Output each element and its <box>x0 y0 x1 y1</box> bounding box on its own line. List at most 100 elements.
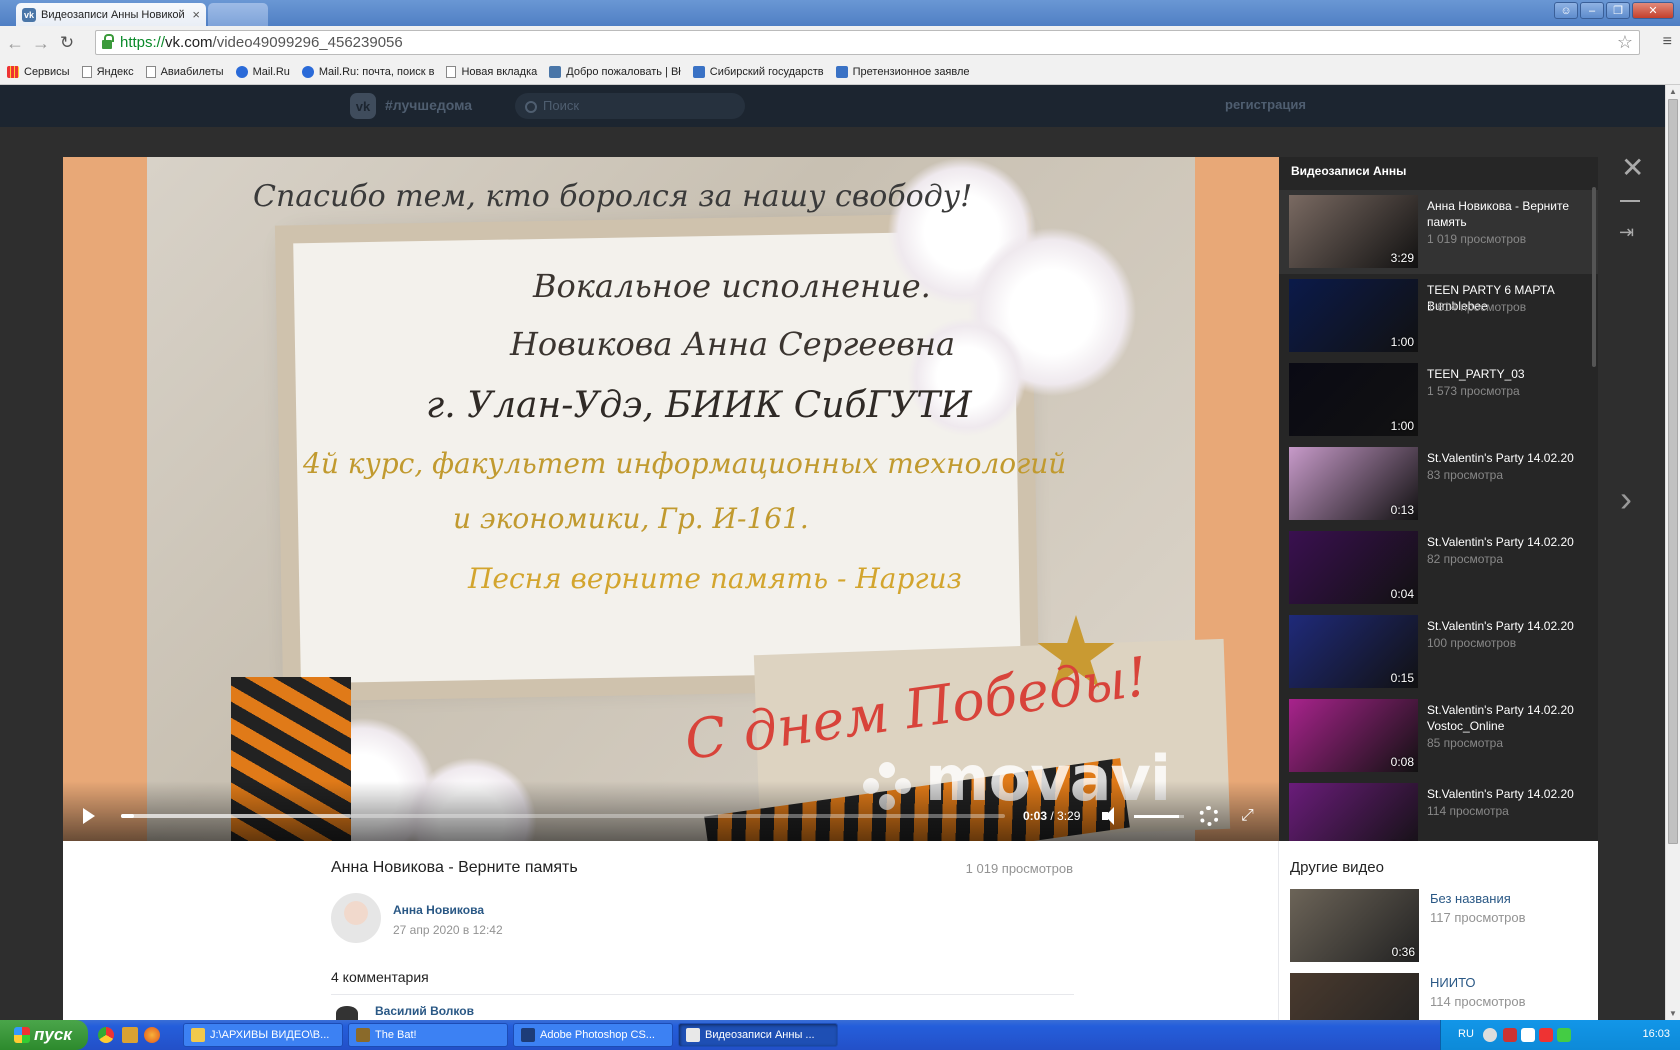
video-views: 1 573 просмотра <box>1427 384 1520 398</box>
chrome-quicklaunch-icon[interactable] <box>98 1027 114 1043</box>
minimize-button[interactable]: – <box>1580 2 1604 19</box>
video-thumbnail[interactable]: 3:29 <box>1289 195 1418 268</box>
tray-app-icon[interactable] <box>1503 1028 1517 1042</box>
video-thumbnail[interactable]: 0:04 <box>1289 531 1418 604</box>
playlist-item[interactable]: 3:29 Анна Новикова - Верните память 1 019 … <box>1279 190 1598 274</box>
video-duration: 0:04 <box>1390 587 1414 601</box>
taskbar-window-button[interactable]: J:\АРХИВЫ ВИДЕО\В... <box>183 1023 343 1047</box>
playlist-item[interactable]: 1:00 TEEN_PARTY_03 1 573 просмотра <box>1279 358 1598 442</box>
video-name[interactable]: St.Valentin's Party 14.02.20 Vostoc_Onli… <box>1427 702 1587 734</box>
video-frame <box>147 157 1231 841</box>
fullscreen-icon[interactable]: ⤢ <box>1241 807 1259 825</box>
page-scrollbar[interactable]: ▲ ▼ <box>1665 85 1680 1020</box>
bookmark-item[interactable]: Сибирский государств <box>692 66 824 78</box>
user-icon[interactable]: ☺ <box>1554 2 1578 19</box>
video-thumbnail[interactable]: 1:00 <box>1289 363 1418 436</box>
playlist-item[interactable]: 0:04 St.Valentin's Party 14.02.20 82 просм… <box>1279 526 1598 610</box>
bookmark-item[interactable]: Новая вкладка <box>446 66 537 78</box>
play-icon[interactable] <box>83 808 95 824</box>
bookmark-item[interactable]: Добро пожаловать | Вł <box>549 66 681 78</box>
video-name[interactable]: St.Valentin's Party 14.02.20 <box>1427 450 1587 466</box>
video-name[interactable]: St.Valentin's Party 14.02.20 <box>1427 786 1587 802</box>
playlist-item[interactable]: 0:08 St.Valentin's Party 14.02.20 Vostoc_… <box>1279 694 1598 778</box>
dock-player-icon[interactable]: ⇥ <box>1619 222 1634 243</box>
new-tab-button[interactable] <box>208 3 268 26</box>
video-thumbnail[interactable]: 0:13 <box>1289 447 1418 520</box>
author-name-link[interactable]: Анна Новикова <box>393 903 484 917</box>
other-video-item[interactable]: 0:36 Без названия 117 просмотров <box>1290 889 1590 963</box>
comment-author-link[interactable]: Василий Волков <box>375 1004 474 1018</box>
scrollbar-thumb[interactable] <box>1668 99 1678 844</box>
other-video-name[interactable]: Без названия <box>1430 891 1511 906</box>
restore-button[interactable]: ❐ <box>1606 2 1630 19</box>
next-video-arrow-icon[interactable]: › <box>1620 478 1632 520</box>
taskbar-window-button[interactable]: Adobe Photoshop CS... <box>513 1023 673 1047</box>
video-thumbnail[interactable]: 1:00 <box>1289 279 1418 352</box>
address-bar[interactable]: https://vk.com/video49099296_456239056 ☆ <box>95 30 1640 55</box>
vk-hashtag[interactable]: #лучшедома <box>385 97 472 113</box>
video-thumbnail[interactable]: 0:36 <box>1290 889 1419 962</box>
page-icon <box>446 66 457 78</box>
back-arrow-icon[interactable]: ← <box>4 33 26 54</box>
tray-arrow-icon[interactable] <box>1483 1028 1497 1042</box>
volume-icon[interactable] <box>1102 807 1122 825</box>
author-avatar[interactable] <box>331 893 381 943</box>
bookmark-item[interactable]: Яндекс <box>81 66 134 78</box>
vk-search-input[interactable]: Поиск <box>515 93 745 119</box>
reload-icon[interactable]: ↻ <box>56 33 78 53</box>
minimize-player-icon[interactable] <box>1620 200 1640 202</box>
forward-arrow-icon[interactable]: → <box>30 33 52 54</box>
browser-tab-active[interactable]: vk Видеозаписи Анны Новикой × <box>16 3 206 26</box>
vk-logo-icon[interactable]: vk <box>350 93 376 119</box>
other-videos-header: Другие видео <box>1290 859 1384 876</box>
playlist-item[interactable]: 0:15 St.Valentin's Party 14.02.20 100 прос… <box>1279 610 1598 694</box>
vk-register-link[interactable]: регистрация <box>1225 97 1306 112</box>
playlist-title: Видеозаписи Анны <box>1291 164 1407 178</box>
tab-close-icon[interactable]: × <box>192 7 200 22</box>
video-views: 1 019 просмотров <box>965 861 1073 876</box>
language-indicator[interactable]: RU <box>1458 1028 1474 1040</box>
video-name[interactable]: St.Valentin's Party 14.02.20 <box>1427 534 1587 550</box>
taskbar-window-button[interactable]: Видеозаписи Анны ... <box>678 1023 838 1047</box>
video-name[interactable]: Анна Новикова - Верните память <box>1427 198 1587 230</box>
network-icon[interactable] <box>1521 1028 1535 1042</box>
tray-security-icon[interactable] <box>1539 1028 1553 1042</box>
close-window-button[interactable]: ✕ <box>1632 2 1674 19</box>
start-button[interactable]: пуск <box>0 1020 88 1050</box>
video-player[interactable]: Спасибо тем, кто боролся за нашу свободу… <box>63 157 1279 841</box>
video-thumbnail[interactable]: 0:08 <box>1289 699 1418 772</box>
playlist-scrollbar[interactable] <box>1592 187 1596 367</box>
close-player-icon[interactable]: ✕ <box>1621 154 1644 182</box>
bookmark-item[interactable]: Сервисы <box>7 66 70 78</box>
other-video-name[interactable]: НИИТО <box>1430 975 1476 990</box>
bookmark-item[interactable]: Mail.Ru <box>235 66 290 78</box>
playlist-item[interactable]: 0:13 St.Valentin's Party 14.02.20 83 просм… <box>1279 442 1598 526</box>
browser-menu-icon[interactable]: ≡ <box>1663 33 1672 51</box>
bookmark-item[interactable]: Авиабилеты <box>145 66 224 78</box>
video-thumbnail[interactable]: 0:15 <box>1289 615 1418 688</box>
mailru-icon <box>301 66 314 78</box>
video-name[interactable]: TEEN_PARTY_03 <box>1427 366 1587 382</box>
tray-update-icon[interactable] <box>1557 1028 1571 1042</box>
progress-bar[interactable] <box>121 814 1005 818</box>
playlist-item[interactable]: 1:00 TEEN PARTY 6 МАРТА Bumblebee 1 614 пр… <box>1279 274 1598 358</box>
playlist-item[interactable]: 0:09 St.Valentin's Party 14.02.20 114 прос… <box>1279 778 1598 841</box>
firefox-quicklaunch-icon[interactable] <box>144 1027 160 1043</box>
settings-gear-icon[interactable] <box>1199 806 1219 826</box>
scroll-up-icon[interactable]: ▲ <box>1669 87 1677 96</box>
volume-slider[interactable] <box>1134 815 1184 818</box>
video-text-line6: Песня верните память - Наргиз <box>468 562 962 595</box>
video-text-line2: Новикова Анна Сергеевна <box>510 325 956 363</box>
bookmark-item[interactable]: Mail.Ru: почта, поиск в <box>301 66 434 78</box>
page-icon <box>145 66 156 78</box>
bookmark-item[interactable]: Претензионное заявле <box>835 66 970 78</box>
comment-avatar[interactable] <box>336 1006 358 1020</box>
video-name[interactable]: St.Valentin's Party 14.02.20 <box>1427 618 1587 634</box>
bookmark-star-icon[interactable]: ☆ <box>1617 32 1633 53</box>
bat-quicklaunch-icon[interactable] <box>122 1027 138 1043</box>
windows-taskbar: пуск J:\АРХИВЫ ВИДЕО\В... The Bat! Adobe P… <box>0 1020 1680 1050</box>
taskbar-window-button[interactable]: The Bat! <box>348 1023 508 1047</box>
clock: 16:03 <box>1642 1028 1670 1040</box>
video-thumbnail[interactable]: 0:09 <box>1289 783 1418 841</box>
scroll-down-icon[interactable]: ▼ <box>1669 1009 1677 1018</box>
